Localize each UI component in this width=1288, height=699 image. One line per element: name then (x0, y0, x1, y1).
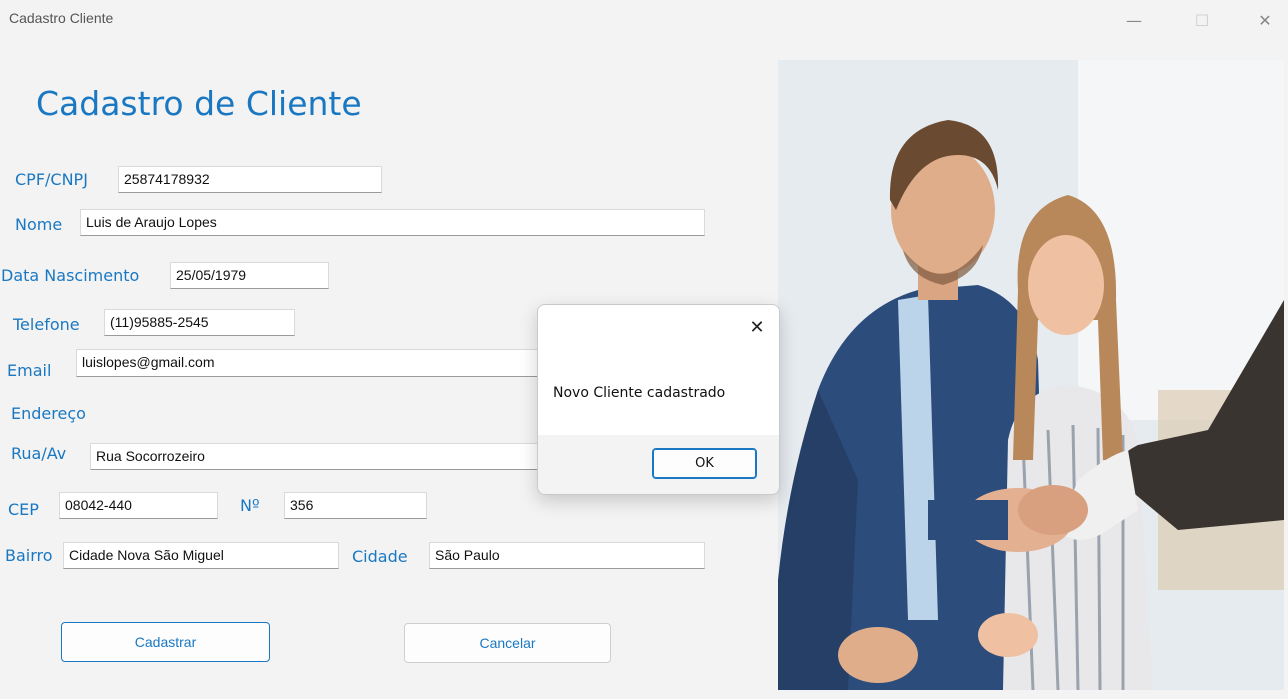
bairro-label: Bairro (5, 546, 53, 565)
message-dialog: ✕ Novo Cliente cadastrado OK (537, 304, 780, 495)
maximize-button[interactable]: ☐ (1180, 0, 1224, 40)
dialog-ok-button[interactable]: OK (652, 448, 757, 479)
cadastrar-button[interactable]: Cadastrar (61, 622, 270, 662)
dialog-message: Novo Cliente cadastrado (553, 385, 726, 401)
cpf-label: CPF/CNPJ (15, 170, 88, 189)
minimize-button[interactable]: — (1112, 0, 1156, 40)
close-window-button[interactable]: ✕ (1243, 0, 1287, 40)
dialog-body: Novo Cliente cadastrado (538, 349, 779, 435)
nascimento-input[interactable]: 25/05/1979 (170, 262, 329, 289)
rua-label: Rua/Av (11, 444, 67, 463)
email-label: Email (7, 361, 52, 380)
dialog-close-button[interactable]: ✕ (745, 315, 769, 339)
rua-input[interactable]: Rua Socorrozeiro (90, 443, 546, 470)
dialog-header: ✕ (538, 305, 779, 349)
cidade-label: Cidade (352, 547, 408, 566)
cep-label: CEP (8, 500, 39, 519)
nome-input[interactable]: Luis de Araujo Lopes (80, 209, 705, 236)
endereco-label: Endereço (11, 404, 86, 423)
maximize-icon: ☐ (1194, 10, 1210, 30)
cep-input[interactable]: 08042-440 (59, 492, 218, 519)
title-bar: Cadastro Cliente — ☐ ✕ (0, 0, 1288, 44)
bairro-input[interactable]: Cidade Nova São Miguel (63, 542, 339, 569)
telefone-input[interactable]: (11)95885-2545 (104, 309, 295, 336)
minimize-icon: — (1126, 10, 1142, 30)
close-icon: ✕ (1258, 10, 1272, 30)
cancelar-button[interactable]: Cancelar (404, 623, 611, 663)
nascimento-label: Data Nascimento (1, 266, 140, 285)
email-input[interactable]: luislopes@gmail.com (76, 349, 546, 377)
cidade-input[interactable]: São Paulo (429, 542, 705, 569)
numero-label: Nº (240, 496, 260, 515)
form-title: Cadastro de Cliente (36, 84, 362, 123)
numero-input[interactable]: 356 (284, 492, 427, 519)
cpf-input[interactable]: 25874178932 (118, 166, 382, 193)
close-icon: ✕ (749, 316, 765, 338)
window-title: Cadastro Cliente (9, 10, 114, 26)
business-handshake-photo (778, 60, 1284, 690)
telefone-label: Telefone (13, 315, 80, 334)
handshake-illustration (778, 60, 1284, 690)
nome-label: Nome (15, 215, 63, 234)
